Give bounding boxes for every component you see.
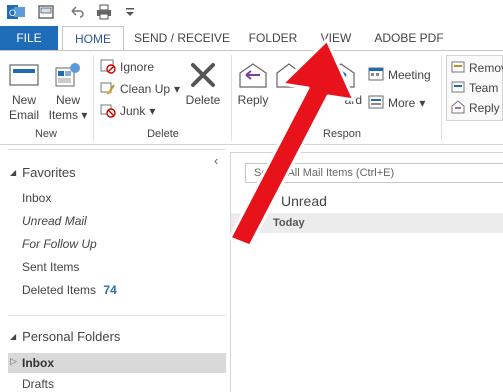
favorites-header[interactable]: ◢ Favorites: [10, 165, 76, 180]
quick-steps-gallery: Remov Team Reply: [446, 55, 503, 121]
quick-step-icon: [451, 99, 465, 117]
junk-label: Junk: [120, 104, 146, 118]
quick-step-remove[interactable]: Remov: [451, 58, 503, 78]
group-divider: [231, 55, 232, 141]
new-items-icon: [48, 57, 88, 93]
meeting-button[interactable]: Meeting: [368, 65, 431, 85]
meeting-label: Meeting: [388, 68, 431, 82]
ribbon: New Email New Items ▾ New Ignore Clean U…: [0, 50, 503, 145]
tab-adobe-pdf[interactable]: ADOBE PDF: [368, 26, 450, 50]
group-header-today-label: Today: [273, 217, 305, 229]
delete-x-icon: [182, 57, 224, 93]
forward-label: ard: [344, 93, 362, 107]
divider: [8, 149, 226, 150]
favorites-label: Favorites: [22, 165, 76, 180]
reply-all-icon: [272, 57, 306, 93]
ignore-icon: [100, 58, 116, 77]
clean-up-label: Clean Up: [120, 82, 171, 96]
new-email-label-line2: Email: [8, 108, 39, 122]
filter-unread[interactable]: Unread: [281, 193, 327, 209]
customize-toolbar-icon[interactable]: [120, 2, 140, 22]
group-divider: [93, 55, 94, 141]
reply-button[interactable]: Reply: [234, 57, 272, 108]
search-input[interactable]: Se All Mail Items (Ctrl+E): [245, 163, 503, 183]
new-email-label-line1: New: [11, 93, 36, 107]
forward-button[interactable]: ard: [318, 57, 364, 108]
meeting-icon: [368, 66, 384, 85]
reply-label: Reply: [237, 93, 269, 107]
group-divider: [441, 55, 442, 141]
ribbon-tabs: FILE HOME SEND / RECEIVE FOLDER VIEW ADO…: [0, 26, 503, 51]
tab-send-receive[interactable]: SEND / RECEIVE: [132, 26, 232, 50]
collapsed-triangle-icon[interactable]: ▷: [10, 356, 17, 367]
junk-icon: [100, 102, 116, 121]
expanded-triangle-icon: ◢: [10, 332, 17, 341]
delete-button[interactable]: Delete: [182, 57, 224, 108]
favorite-unread-mail[interactable]: Unread Mail: [22, 214, 87, 228]
send-receive-all-icon[interactable]: [36, 2, 56, 22]
tab-home[interactable]: HOME: [62, 26, 124, 51]
quick-step-icon: [451, 80, 465, 97]
clean-up-button[interactable]: Clean Up ▾: [100, 79, 180, 99]
svg-text:O: O: [9, 8, 16, 18]
group-label-respond: Respon: [323, 128, 361, 140]
search-input-text-end: All Mail Items (Ctrl+E): [287, 167, 395, 179]
new-items-label-line2: Items ▾: [48, 108, 88, 122]
more-label: More: [388, 96, 416, 110]
favorite-sent-items[interactable]: Sent Items: [22, 260, 79, 274]
clean-up-icon: [100, 80, 116, 99]
folder-inbox[interactable]: Inbox: [22, 356, 54, 370]
chevron-down-icon: ▾: [149, 104, 156, 118]
outlook-logo-icon: O: [6, 2, 26, 22]
quick-step-reply-label: Reply: [469, 101, 500, 115]
personal-folders-label: Personal Folders: [22, 329, 121, 344]
reply-all-button[interactable]: [272, 57, 306, 93]
ignore-label: Ignore: [120, 60, 155, 74]
more-button[interactable]: More ▾: [368, 93, 425, 113]
forward-icon: [318, 57, 364, 93]
divider: [8, 315, 226, 316]
tab-file[interactable]: FILE: [0, 26, 58, 50]
new-items-button[interactable]: New Items ▾: [48, 57, 88, 123]
folder-pane: ‹ ◢ Favorites Inbox Unread Mail For Foll…: [0, 145, 230, 392]
favorite-inbox[interactable]: Inbox: [22, 191, 51, 205]
quick-step-reply[interactable]: Reply: [451, 98, 500, 118]
quick-step-team[interactable]: Team: [451, 78, 498, 98]
favorite-deleted-items[interactable]: Deleted Items 74: [22, 283, 117, 297]
reply-icon: [234, 57, 272, 93]
deleted-items-label: Deleted Items: [22, 283, 97, 297]
delete-label: Delete: [185, 93, 221, 107]
quick-step-team-label: Team: [469, 81, 499, 95]
expanded-triangle-icon: ◢: [10, 168, 17, 177]
collapse-pane-icon[interactable]: ‹: [214, 153, 218, 168]
personal-folders-header[interactable]: ◢ Personal Folders: [10, 329, 120, 344]
message-list-pane: Se All Mail Items (Ctrl+E) Unread Today: [230, 152, 503, 392]
new-email-button[interactable]: New Email: [4, 57, 44, 123]
new-email-icon: [4, 57, 44, 93]
more-icon: [368, 94, 384, 113]
chevron-down-icon: ▾: [419, 96, 426, 110]
print-icon[interactable]: [94, 2, 114, 22]
tab-view[interactable]: VIEW: [312, 26, 360, 50]
junk-button[interactable]: Junk ▾: [100, 101, 155, 121]
group-label-new: New: [34, 128, 57, 140]
search-input-text-start: Se: [254, 167, 268, 179]
ignore-button[interactable]: Ignore: [100, 57, 154, 77]
chevron-down-icon: ▾: [174, 82, 181, 96]
group-header-today: Today: [231, 213, 503, 233]
folder-drafts[interactable]: Drafts: [22, 377, 54, 391]
group-label-delete: Delete: [147, 128, 179, 140]
favorite-for-follow-up[interactable]: For Follow Up: [22, 237, 97, 251]
chevron-down-icon: ▾: [81, 108, 88, 122]
undo-icon[interactable]: [66, 2, 86, 22]
quick-step-icon: [451, 60, 465, 77]
tab-folder[interactable]: FOLDER: [244, 26, 302, 50]
quick-access-toolbar: O: [0, 0, 503, 26]
deleted-items-count: 74: [103, 283, 117, 297]
quick-step-remove-label: Remov: [469, 61, 503, 75]
new-items-label-line1: New: [55, 93, 80, 107]
